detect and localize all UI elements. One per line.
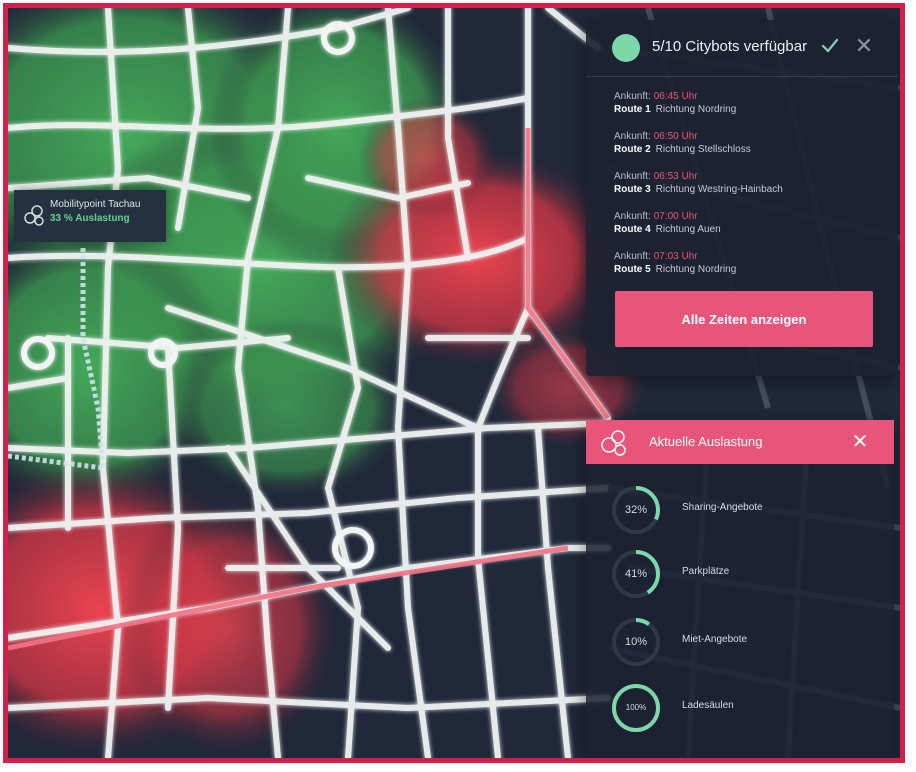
gauge-label: Sharing-Angebote — [682, 502, 763, 513]
gauge-label: Miet-Angebote — [682, 634, 748, 645]
arrival-label: Ankunft: — [614, 251, 651, 262]
screenshot-frame: Mobilitypoint Tachau 33 % Auslastung 5/1… — [3, 3, 905, 763]
gauge-parking[interactable]: 41% Parkplätze — [610, 548, 880, 600]
arrival-label: Ankunft: — [614, 91, 651, 102]
list-item[interactable]: Ankunft: 06:53 Uhr Route 3 Richtung Westri… — [614, 170, 884, 210]
route-direction: Richtung Westring-Hainbach — [655, 184, 783, 195]
utilization-header: Aktuelle Auslastung ✕ — [586, 420, 894, 464]
status-dot-icon — [612, 34, 640, 62]
route-direction: Richtung Nordring — [655, 104, 737, 115]
gauge-rental[interactable]: 10% Miet-Angebote — [610, 616, 880, 668]
route-name: Route 3 — [614, 184, 651, 195]
mobility-point-load: 33 % Auslastung — [50, 213, 130, 224]
route-name: Route 2 — [614, 144, 651, 155]
route-name: Route 4 — [614, 224, 651, 235]
route-direction: Richtung Nordring — [655, 264, 737, 275]
route-name: Route 1 — [614, 104, 651, 115]
gauge-charging[interactable]: 100% Ladesäulen — [610, 682, 880, 734]
route-direction: Richtung Stellschloss — [655, 144, 751, 155]
arrival-label: Ankunft: — [614, 171, 651, 182]
arrival-time: 07:00 Uhr — [653, 211, 698, 222]
mobility-point-name: Mobilitypoint Tachau — [50, 199, 141, 210]
gauge-sharing[interactable]: 32% Sharing-Angebote — [610, 484, 880, 536]
arrival-time: 06:45 Uhr — [653, 91, 698, 102]
bike-share-icon — [601, 430, 626, 456]
gauge-label: Parkplätze — [682, 566, 730, 577]
route-direction: Richtung Auen — [655, 224, 721, 235]
gauge-percent: 10% — [624, 636, 648, 648]
arrival-label: Ankunft: — [614, 211, 651, 222]
utilization-title: Aktuelle Auslastung — [649, 434, 763, 449]
gauge-percent: 100% — [625, 703, 647, 712]
close-icon[interactable]: ✕ — [852, 34, 876, 58]
mobility-point-tag[interactable]: Mobilitypoint Tachau 33 % Auslastung — [14, 190, 166, 242]
arrival-label: Ankunft: — [614, 131, 651, 142]
arrival-time: 06:53 Uhr — [653, 171, 698, 182]
list-item[interactable]: Ankunft: 06:50 Uhr Route 2 Richtung Stells… — [614, 130, 884, 170]
list-item[interactable]: Ankunft: 06:45 Uhr Route 1 Richtung Nordri… — [614, 90, 884, 130]
utilization-panel: Aktuelle Auslastung ✕ 32% Sharing-Angebo… — [586, 420, 894, 758]
route-list: Ankunft: 06:45 Uhr Route 1 Richtung Nordri… — [614, 90, 884, 290]
close-icon[interactable]: ✕ — [848, 430, 872, 454]
checkmark-icon — [821, 38, 839, 53]
route-name: Route 5 — [614, 264, 651, 275]
show-all-times-button[interactable]: Alle Zeiten anzeigen — [615, 291, 873, 347]
gauge-label: Ladesäulen — [682, 700, 734, 711]
citybots-title: 5/10 Citybots verfügbar — [652, 38, 808, 55]
list-item[interactable]: Ankunft: 07:00 Uhr Route 4 Richtung Auen — [614, 210, 884, 250]
citybots-panel: 5/10 Citybots verfügbar ✕ Ankunft: 06:45 … — [586, 20, 898, 376]
gauge-percent: 41% — [624, 568, 648, 580]
bike-share-icon — [24, 205, 44, 226]
citybots-header: 5/10 Citybots verfügbar ✕ — [586, 20, 898, 77]
arrival-time: 07:03 Uhr — [653, 251, 698, 262]
arrival-time: 06:50 Uhr — [653, 131, 698, 142]
list-item[interactable]: Ankunft: 07:03 Uhr Route 5 Richtung Nordri… — [614, 250, 884, 290]
gauge-percent: 32% — [624, 504, 648, 516]
